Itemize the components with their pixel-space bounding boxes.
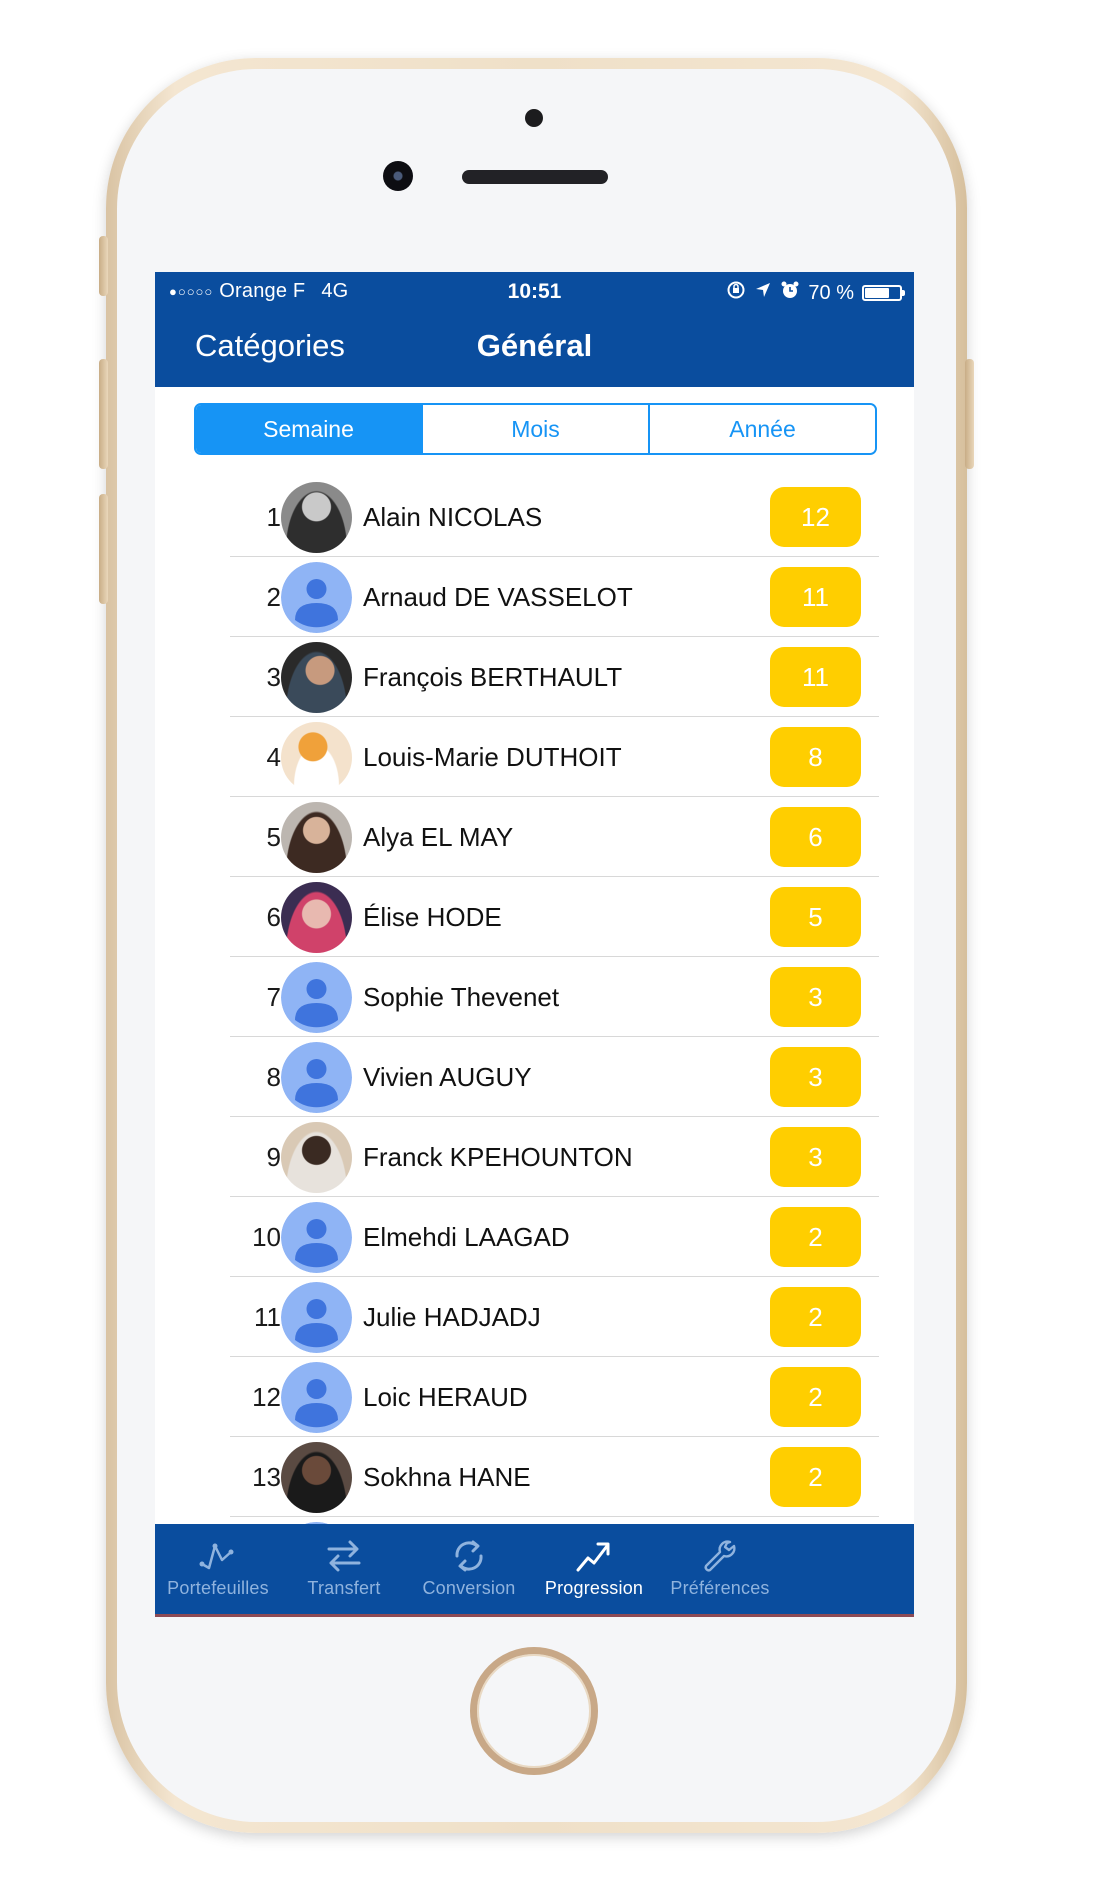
default-avatar-icon [281, 1282, 352, 1353]
user-name: Sophie Thevenet [363, 981, 560, 1012]
rank-number: 12 [252, 1381, 281, 1412]
rank-number: 11 [254, 1301, 281, 1332]
score-badge: 5 [770, 887, 861, 947]
page-title: Général [476, 328, 593, 363]
score-badge: 8 [770, 727, 861, 787]
battery-icon [862, 285, 905, 301]
front-camera [383, 161, 413, 191]
ranking-row[interactable]: 12 Loic HERAUD 2 [155, 1357, 914, 1437]
tab-label: Portefeuilles [167, 1578, 269, 1598]
ranking-row[interactable]: 13 Sokhna HANE 2 [155, 1437, 914, 1517]
ranking-row[interactable]: 11 Julie HADJADJ 2 [155, 1277, 914, 1357]
volume-up-button [99, 359, 108, 469]
tab-label: Conversion [422, 1578, 516, 1598]
ranking-row[interactable]: 10 Elmehdi LAAGAD 2 [155, 1197, 914, 1277]
score-badge: 12 [770, 487, 861, 547]
ranking-row[interactable]: 1 Alain NICOLAS 12 [155, 477, 914, 557]
user-photo-avatar [281, 642, 352, 713]
wrench-icon [704, 1540, 736, 1572]
orientation-lock-icon [726, 280, 746, 306]
score-badge: 3 [770, 1047, 861, 1107]
tab-label: Préférences [670, 1578, 770, 1598]
rank-number: 10 [252, 1221, 281, 1252]
user-name: Élise HODE [363, 901, 502, 932]
navigation-header: ●○○○○ Orange F 4G 10:51 70 % Catégories … [155, 272, 914, 387]
ranking-row[interactable]: 8 Vivien AUGUY 3 [155, 1037, 914, 1117]
user-photo-avatar [281, 482, 352, 553]
user-name: Julie HADJADJ [363, 1301, 541, 1332]
power-button [965, 359, 974, 469]
score-badge: 11 [770, 567, 861, 627]
user-photo-avatar [281, 802, 352, 873]
ranking-row[interactable]: 4 Louis-Marie DUTHOIT 8 [155, 717, 914, 797]
user-name: François BERTHAULT [363, 661, 623, 692]
score-badge: 11 [770, 647, 861, 707]
tab-preferences[interactable]: Préférences [644, 1524, 796, 1614]
rank-number: 1 [266, 501, 281, 532]
score-badge: 2 [770, 1207, 861, 1267]
user-photo-avatar [281, 882, 352, 953]
user-name: Vivien AUGUY [363, 1061, 532, 1092]
score-badge: 6 [770, 807, 861, 867]
rank-number: 8 [266, 1061, 281, 1092]
ranking-row[interactable]: 7 Sophie Thevenet 3 [155, 957, 914, 1037]
user-photo-avatar [281, 1122, 352, 1193]
user-name: Alain NICOLAS [363, 501, 543, 532]
period-segmented-control: Semaine Mois Année [194, 403, 877, 455]
ranking-row[interactable]: 2 Arnaud DE VASSELOT 11 [155, 557, 914, 637]
tab-label: Progression [544, 1578, 644, 1598]
default-avatar-icon [281, 562, 352, 633]
rank-number: 6 [266, 901, 281, 932]
user-photo-avatar [281, 722, 352, 793]
score-badge: 3 [770, 967, 861, 1027]
battery-percentage: 70 % [808, 281, 854, 304]
user-photo-avatar [281, 1442, 352, 1513]
rank-number: 3 [266, 661, 281, 692]
rank-number: 7 [266, 981, 281, 1012]
segment-year[interactable]: Année [650, 405, 875, 453]
transfer-arrows-icon [327, 1540, 361, 1572]
user-name: Elmehdi LAAGAD [363, 1221, 570, 1252]
ranking-row[interactable]: 3 François BERTHAULT 11 [155, 637, 914, 717]
segment-month[interactable]: Mois [423, 405, 650, 453]
trending-up-icon [576, 1542, 610, 1572]
tab-bar: Portefeuilles Transfert Conversion Progr… [155, 1524, 914, 1614]
rank-number: 4 [266, 741, 281, 772]
refresh-icon [455, 1540, 483, 1572]
rank-number: 5 [266, 821, 281, 852]
user-name: Franck KPEHOUNTON [363, 1141, 633, 1172]
default-avatar-icon [281, 1202, 352, 1273]
user-name: Arnaud DE VASSELOT [363, 581, 633, 612]
rank-number: 9 [266, 1141, 281, 1172]
proximity-sensor [525, 109, 543, 127]
default-avatar-icon [281, 1042, 352, 1113]
portfolio-chart-icon [199, 1543, 234, 1570]
rank-number: 13 [252, 1461, 281, 1492]
home-button[interactable] [470, 1647, 598, 1775]
user-name: Loic HERAUD [363, 1381, 528, 1412]
ranking-row[interactable]: 6 Élise HODE 5 [155, 877, 914, 957]
default-avatar-icon [281, 1362, 352, 1433]
location-arrow-icon [754, 281, 772, 305]
ranking-row[interactable]: 5 Alya EL MAY 6 [155, 797, 914, 877]
tab-label: Transfert [307, 1578, 381, 1598]
rank-number: 2 [266, 581, 281, 612]
volume-down-button [99, 494, 108, 604]
default-avatar-icon [281, 962, 352, 1033]
ranking-row[interactable]: 9 Franck KPEHOUNTON 3 [155, 1117, 914, 1197]
user-name: Sokhna HANE [363, 1461, 531, 1492]
earpiece-speaker [462, 170, 608, 184]
app-screen: ●○○○○ Orange F 4G 10:51 70 % Catégories … [155, 272, 914, 1617]
tab-bar-bottom-edge [155, 1614, 914, 1617]
score-badge: 2 [770, 1367, 861, 1427]
score-badge: 2 [770, 1287, 861, 1347]
user-name: Alya EL MAY [363, 821, 514, 852]
status-bar-right: 70 % [726, 280, 905, 306]
user-name: Louis-Marie DUTHOIT [363, 741, 622, 772]
score-badge: 3 [770, 1127, 861, 1187]
score-badge: 2 [770, 1447, 861, 1507]
segment-week[interactable]: Semaine [196, 405, 423, 453]
mute-switch [99, 236, 108, 296]
alarm-clock-icon [780, 280, 800, 306]
